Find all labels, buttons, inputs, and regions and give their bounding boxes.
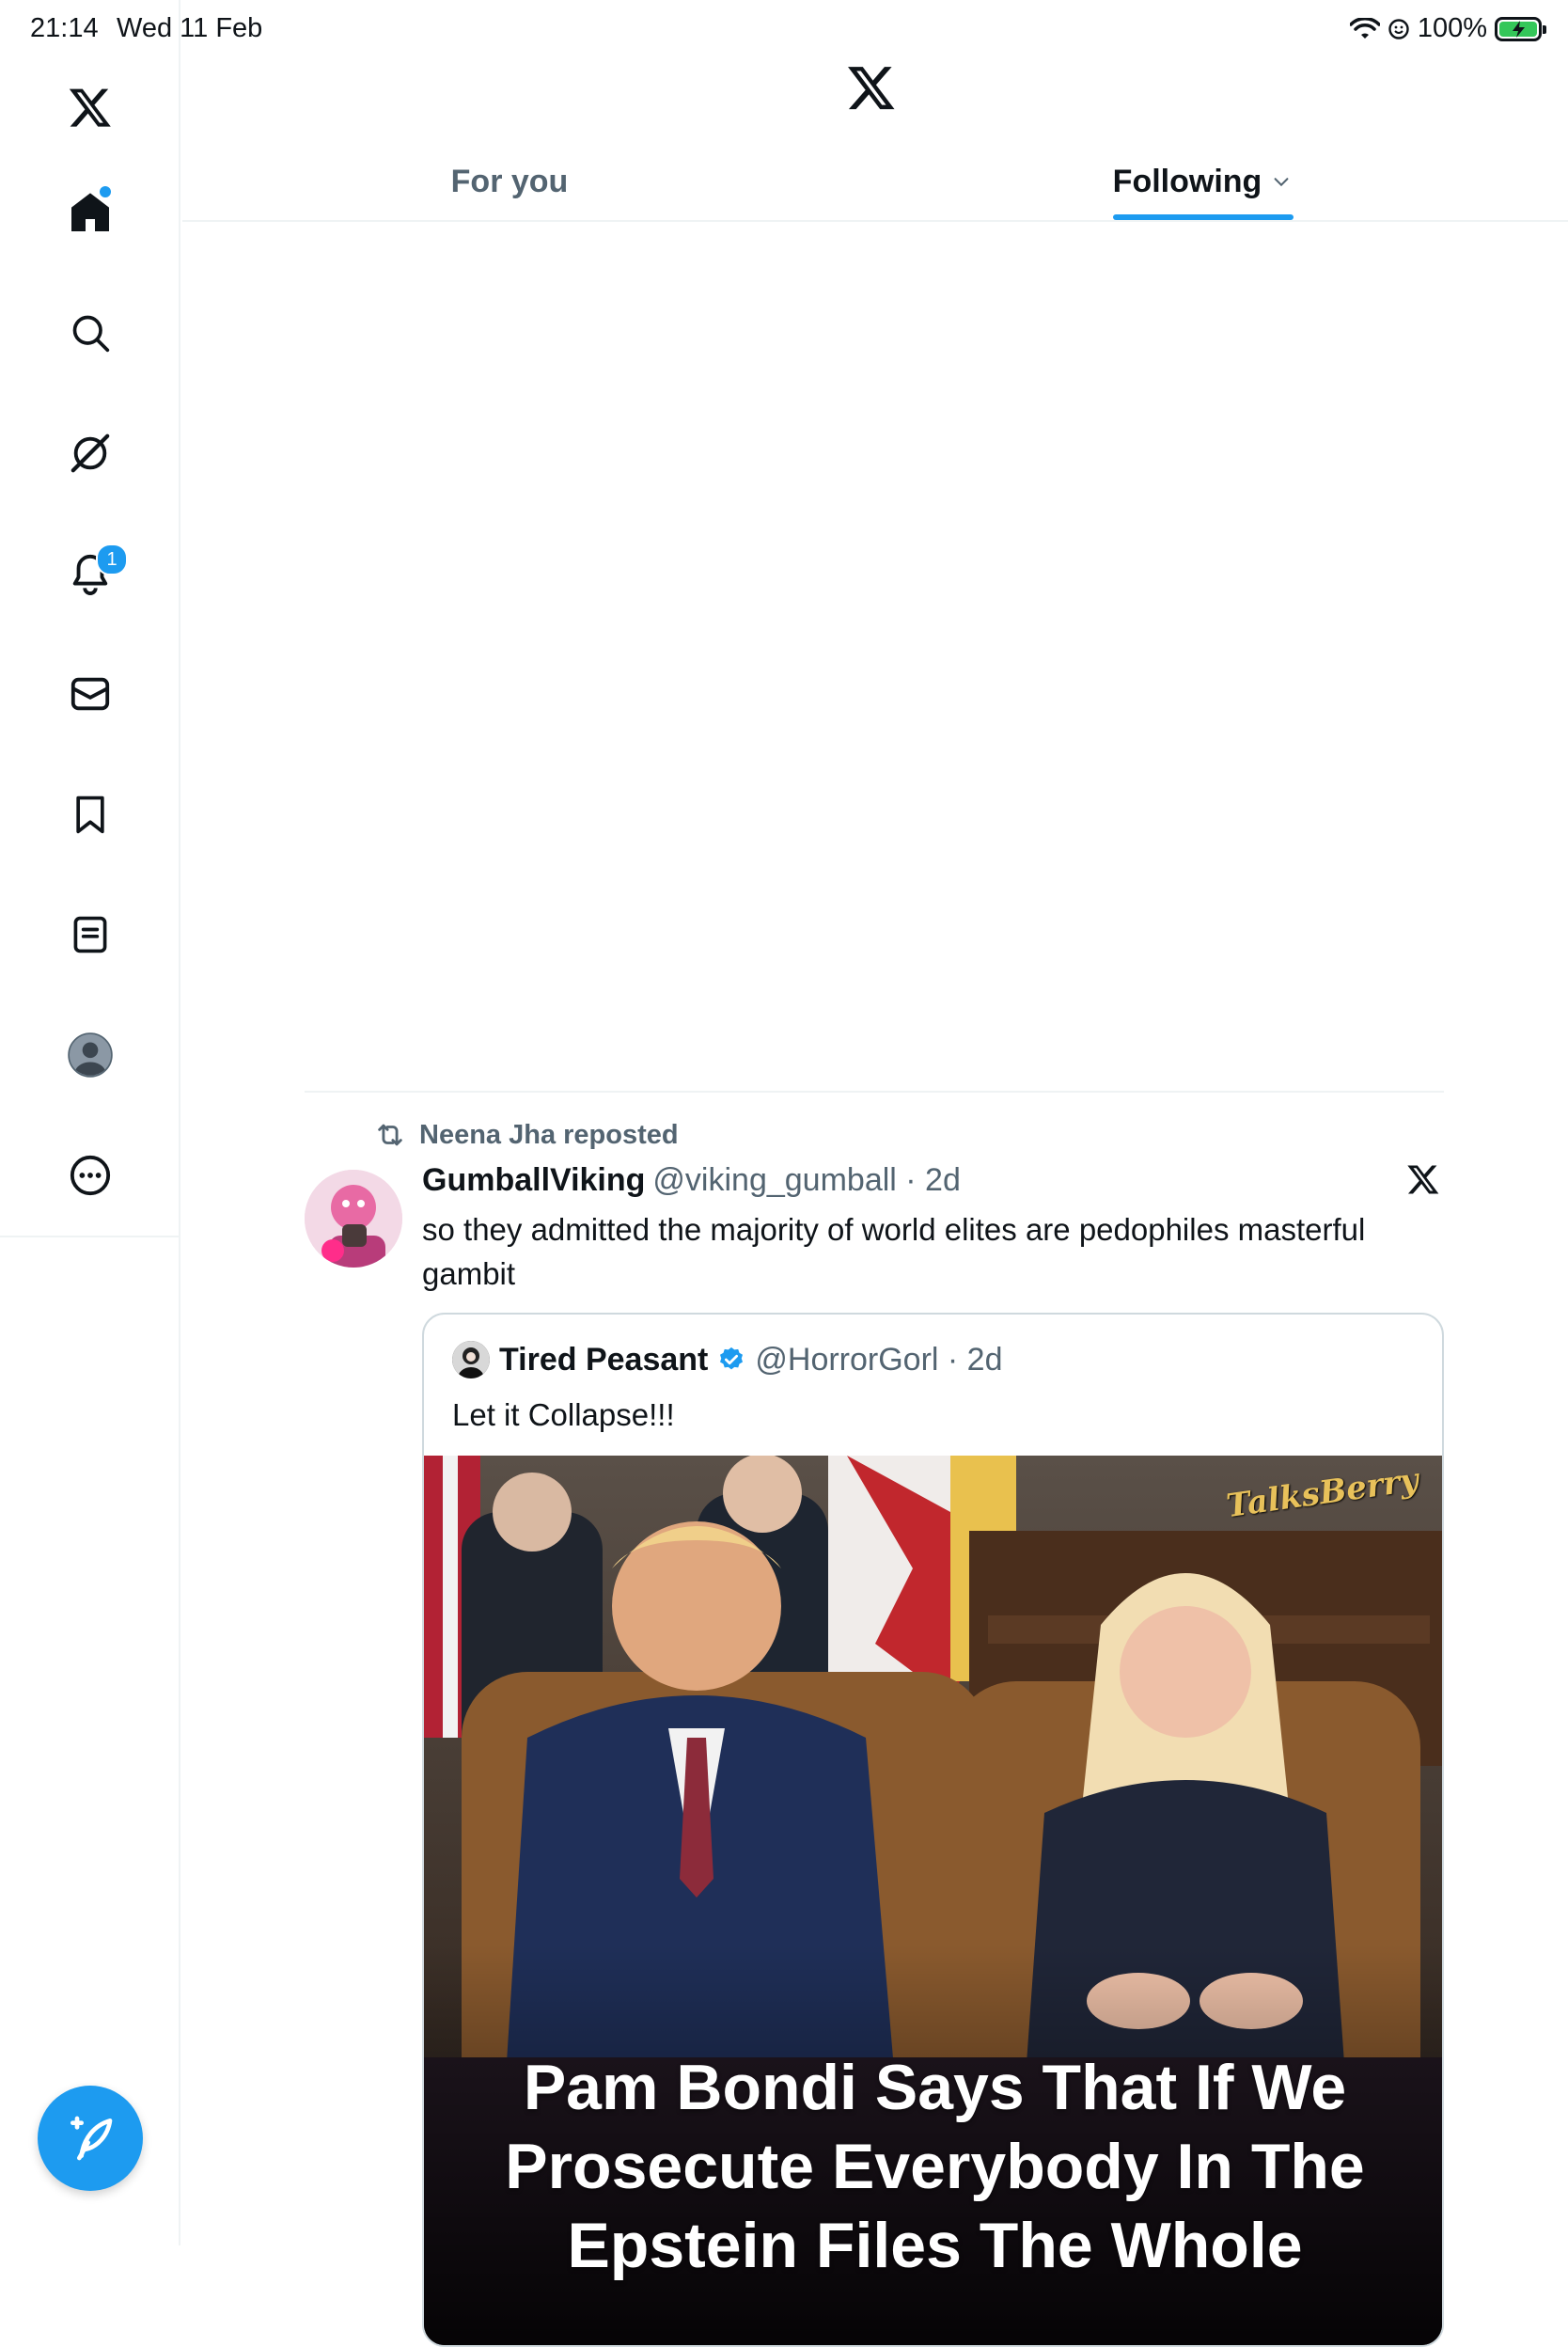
compose-feather-icon (71, 2116, 113, 2161)
sidebar-item-messages[interactable] (53, 656, 128, 732)
sidebar-item-more[interactable] (53, 1138, 128, 1213)
repost-label: Neena Jha reposted (419, 1119, 679, 1150)
media-caption: Pam Bondi Says That If We Prosecute Ever… (424, 2048, 1442, 2285)
compose-post-button[interactable] (38, 2086, 143, 2191)
grok-icon (71, 433, 110, 473)
sidebar-item-home[interactable] (53, 175, 128, 250)
x-logo-icon (1407, 1165, 1439, 1194)
quote-text: Let it Collapse!!! (452, 1397, 675, 1432)
bookmark-icon (76, 795, 104, 834)
sidebar-divider (0, 1236, 180, 1237)
search-icon (72, 315, 110, 353)
quote-media-image[interactable]: TalksBerry Pam Bondi Says That If We Pro… (424, 1456, 1442, 2345)
wifi-icon (1349, 17, 1380, 39)
repost-icon (378, 1124, 402, 1146)
sidebar-item-grok[interactable] (53, 416, 128, 491)
avatar-icon (68, 1032, 113, 1078)
sidebar-item-lists[interactable] (53, 897, 128, 972)
media-caption-line-1: Pam Bondi Says That If We (523, 2052, 1347, 2123)
envelope-icon (71, 677, 110, 711)
battery-icon (1495, 16, 1546, 41)
quote-author-name[interactable]: Tired Peasant (499, 1342, 708, 1378)
sidebar-item-search[interactable] (53, 295, 128, 370)
chevron-down-icon[interactable] (1271, 171, 1292, 192)
tab-following[interactable]: Following (837, 141, 1568, 222)
sidebar-item-profile[interactable] (53, 1017, 128, 1093)
battery-percent: 100% (1417, 13, 1487, 43)
post-source-x-logo (1406, 1162, 1442, 1198)
tab-for-you[interactable]: For you (182, 141, 837, 222)
repost-context[interactable]: Neena Jha reposted (374, 1119, 679, 1151)
x-logo-icon (69, 88, 111, 127)
media-caption-line-3: Epstein Files The Whole (567, 2210, 1303, 2281)
x-logo-icon (848, 67, 895, 110)
quoted-post[interactable]: Tired Peasant @HorrorGorl · 2d Let it Co… (422, 1313, 1444, 2347)
timeline-tabs: For you Following (182, 141, 1568, 222)
sidebar-x-logo[interactable] (53, 70, 128, 145)
tab-following-label: Following (1112, 163, 1262, 199)
author-name[interactable]: GumballViking (422, 1162, 645, 1199)
header-x-logo[interactable] (846, 62, 904, 120)
verified-badge-icon (720, 1347, 744, 1370)
quote-author-row: Tired Peasant @HorrorGorl · 2d (452, 1341, 1003, 1378)
quote-author-avatar[interactable] (452, 1341, 490, 1378)
notifications-badge: 1 (96, 543, 128, 575)
list-icon (73, 916, 107, 953)
smiley-icon (1388, 18, 1409, 39)
status-indicators: 100% (1349, 13, 1546, 44)
author-handle-time[interactable]: @viking_gumball · 2d (652, 1162, 960, 1199)
post-text: so they admitted the majority of world e… (422, 1212, 1366, 1291)
more-icon (70, 1155, 111, 1196)
media-caption-line-2: Prosecute Everybody In The (505, 2131, 1365, 2202)
sidebar-item-notifications[interactable]: 1 (53, 536, 128, 611)
quote-author-handle-time[interactable]: @HorrorGorl · 2d (755, 1342, 1002, 1378)
active-tab-indicator (1113, 214, 1294, 220)
sidebar-item-bookmarks[interactable] (53, 777, 128, 852)
author-avatar[interactable] (305, 1170, 402, 1268)
tab-for-you-label: For you (450, 163, 569, 199)
post-divider (305, 1091, 1444, 1093)
home-unread-dot (98, 184, 113, 199)
post-author-row: GumballViking @viking_gumball · 2d (422, 1162, 961, 1199)
